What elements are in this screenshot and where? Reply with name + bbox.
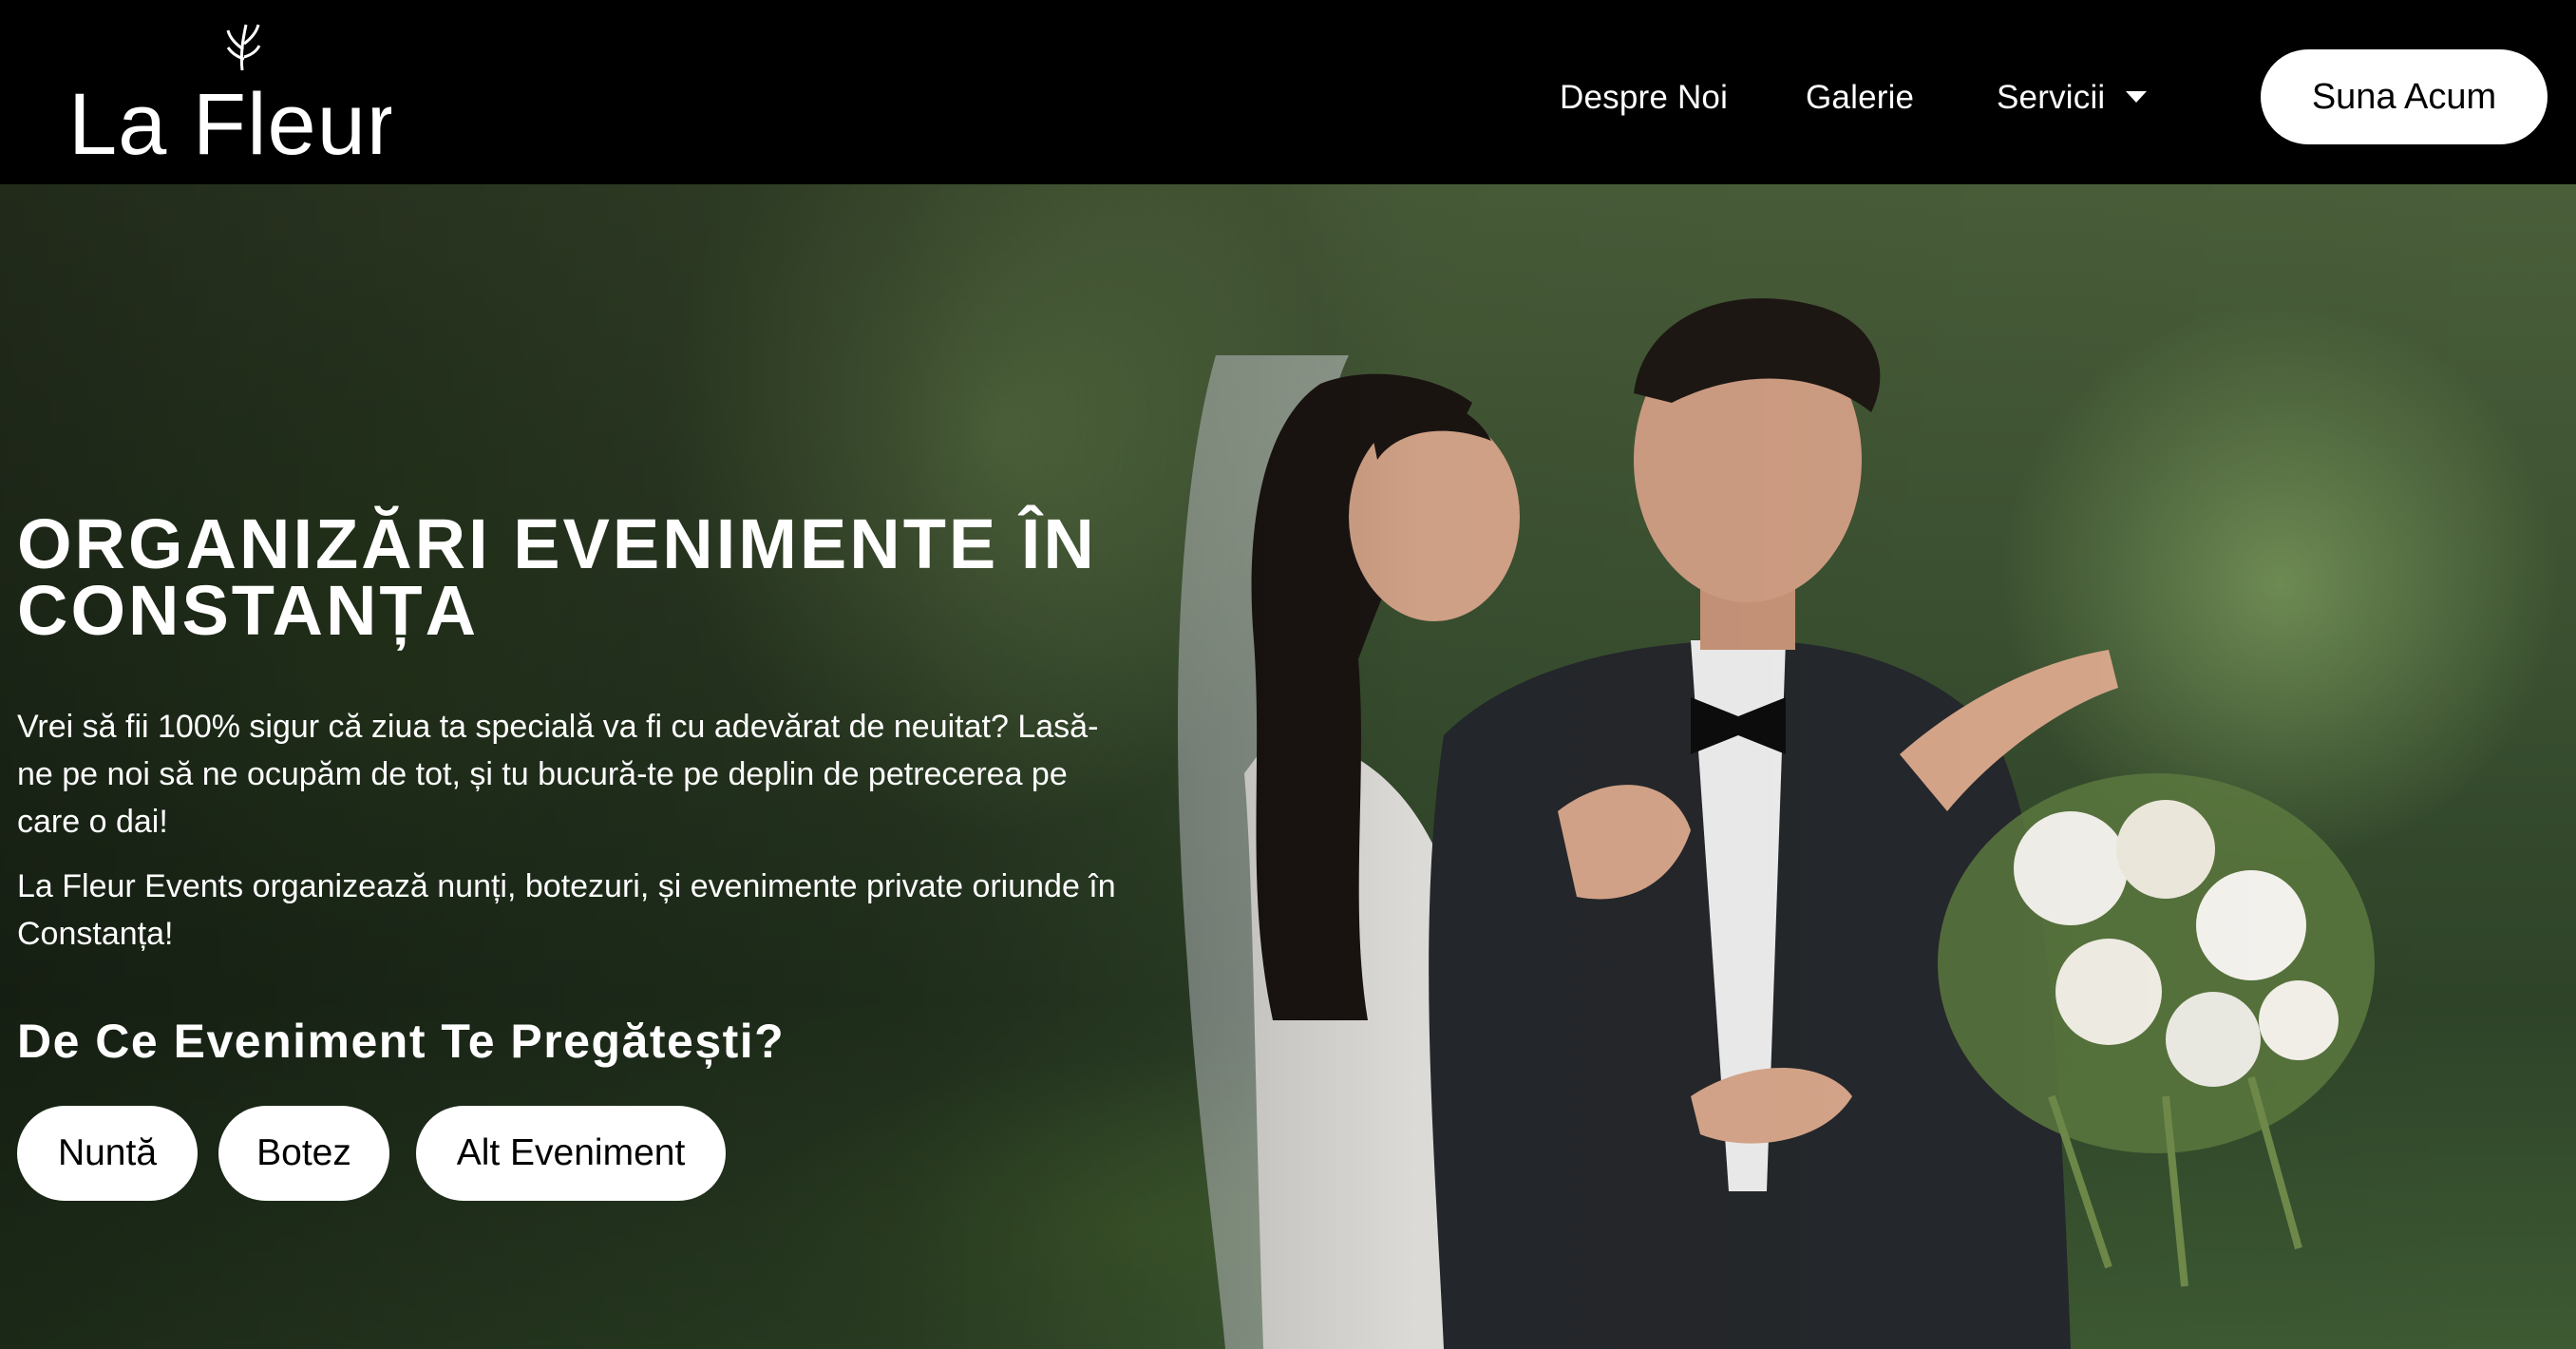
main-nav: Despre Noi Galerie Servicii Suna Acum (0, 0, 2576, 184)
hero-description-text: La Fleur Events organizează nunți, botez… (17, 868, 1116, 952)
botez-button[interactable]: Botez (218, 1106, 389, 1201)
hero-section: ORGANIZĂRI EVENIMENTE ÎN CONSTANȚA Vrei … (0, 184, 2576, 1349)
nav-galerie[interactable]: Galerie (1806, 74, 1914, 122)
event-question-heading: De Ce Eveniment Te Pregătești? (17, 1015, 786, 1068)
hero-intro-text: Vrei să fii 100% sigur că ziua ta specia… (17, 709, 1099, 840)
site-header: La Fleur Despre Noi Galerie Servicii Sun… (0, 0, 2576, 184)
alt-eveniment-button[interactable]: Alt Eveniment (416, 1106, 726, 1201)
nav-despre-noi[interactable]: Despre Noi (1560, 74, 1728, 122)
hero-title: ORGANIZĂRI EVENIMENTE ÎN CONSTANȚA (17, 504, 1097, 650)
nunta-button[interactable]: Nuntă (17, 1106, 198, 1201)
suna-acum-button[interactable]: Suna Acum (2261, 49, 2548, 144)
nav-servicii[interactable]: Servicii (1997, 74, 2105, 122)
chevron-down-icon[interactable] (2126, 91, 2147, 103)
